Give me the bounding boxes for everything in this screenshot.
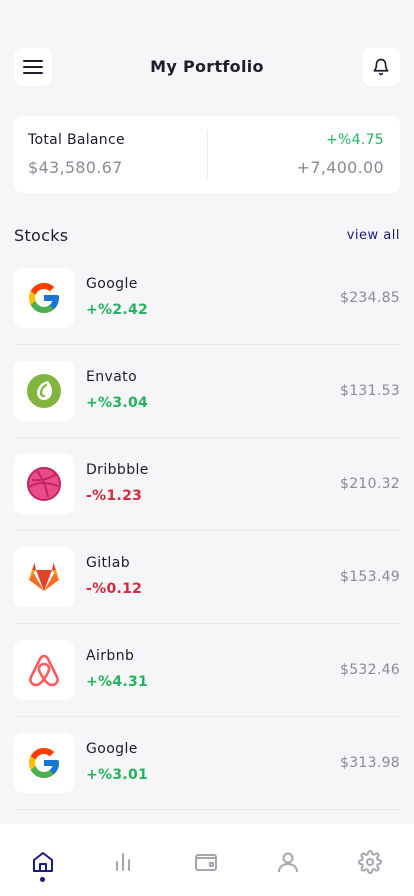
stock-price: $210.32 <box>340 476 400 492</box>
settings-gear-icon <box>358 850 382 874</box>
nav-profile[interactable] <box>274 848 302 876</box>
balance-change-percent: +%4.75 <box>325 132 384 148</box>
stock-price: $153.49 <box>340 569 400 585</box>
stock-name: Google <box>86 276 138 292</box>
stock-row-dribbble[interactable]: Dribbble -%1.23 $210.32 <box>14 438 400 531</box>
total-balance-card: Total Balance $43,580.67 +%4.75 +7,400.0… <box>14 116 400 193</box>
stock-change: -%1.23 <box>86 488 143 504</box>
stock-row-envato[interactable]: Envato +%3.04 $131.53 <box>14 345 400 438</box>
notifications-button[interactable] <box>362 48 400 86</box>
total-balance-value: $43,580.67 <box>28 158 123 177</box>
stocks-section-title: Stocks <box>14 226 69 245</box>
bottom-navigation <box>0 824 414 896</box>
stock-logo <box>14 361 74 421</box>
stock-name: Google <box>86 741 138 757</box>
stock-logo <box>14 454 74 514</box>
nav-home[interactable] <box>29 848 57 876</box>
stock-logo <box>14 268 74 328</box>
stock-row-gitlab[interactable]: Gitlab -%0.12 $153.49 <box>14 531 400 624</box>
view-all-link[interactable]: view all <box>347 228 400 243</box>
bell-icon <box>373 58 389 76</box>
stock-list: Google +%2.42 $234.85 Envato +%3.04 $131… <box>14 252 400 810</box>
total-balance-label: Total Balance <box>28 132 125 148</box>
airbnb-logo-icon <box>29 654 59 687</box>
stock-change: +%3.01 <box>86 767 149 783</box>
google-logo-icon <box>29 748 59 778</box>
bar-chart-icon <box>116 853 130 871</box>
envato-logo-icon <box>27 374 61 408</box>
stock-change: +%3.04 <box>86 395 149 411</box>
balance-divider <box>207 130 208 180</box>
stock-logo <box>14 640 74 700</box>
stock-change: +%4.31 <box>86 674 149 690</box>
stock-change: +%2.42 <box>86 302 149 318</box>
nav-settings[interactable] <box>356 848 384 876</box>
stock-price: $532.46 <box>340 662 400 678</box>
stock-name: Airbnb <box>86 648 135 664</box>
app-header: My Portfolio <box>0 48 414 86</box>
stock-logo <box>14 547 74 607</box>
home-icon <box>33 852 53 872</box>
stock-row-google[interactable]: Google +%2.42 $234.85 <box>14 252 400 345</box>
gitlab-logo-icon <box>29 563 59 591</box>
nav-wallet[interactable] <box>192 848 220 876</box>
stock-row-google-2[interactable]: Google +%3.01 $313.98 <box>14 717 400 810</box>
nav-stats[interactable] <box>109 848 137 876</box>
stock-name: Envato <box>86 369 138 385</box>
user-icon <box>278 852 298 873</box>
stock-price: $131.53 <box>340 383 400 399</box>
stock-name: Dribbble <box>86 462 149 478</box>
stock-change: -%0.12 <box>86 581 143 597</box>
page-title: My Portfolio <box>150 57 264 76</box>
google-logo-icon <box>29 283 59 313</box>
active-tab-indicator <box>40 877 45 882</box>
stock-logo <box>14 733 74 793</box>
stock-price: $313.98 <box>340 755 400 771</box>
stock-name: Gitlab <box>86 555 130 571</box>
wallet-icon <box>195 854 217 871</box>
stock-row-airbnb[interactable]: Airbnb +%4.31 $532.46 <box>14 624 400 717</box>
stock-price: $234.85 <box>340 290 400 306</box>
dribbble-logo-icon <box>27 467 61 501</box>
balance-change-amount: +7,400.00 <box>296 158 384 177</box>
